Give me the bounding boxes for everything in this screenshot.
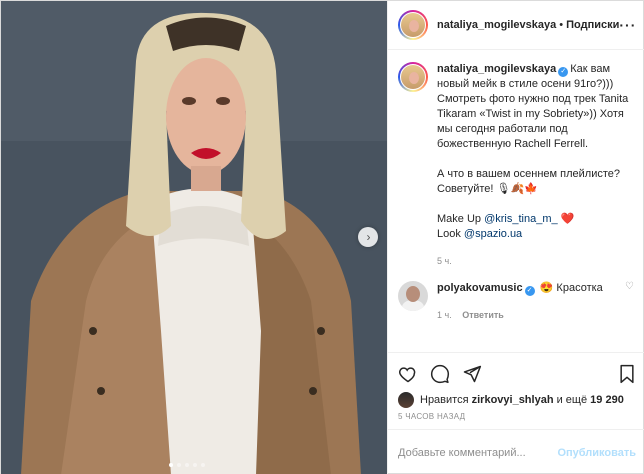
commenter-username[interactable]: polyakovamusic <box>437 282 523 294</box>
caption: nataliya_mogilevskaya ✓ Как вам новый мейк… <box>398 62 634 269</box>
comment-text: Красотка <box>556 282 603 294</box>
liker-username[interactable]: zirkovyi_shlyah <box>472 394 554 406</box>
carousel-dot <box>185 463 189 467</box>
post-sidebar: nataliya_mogilevskaya • Подписки ··· nat… <box>387 1 644 474</box>
carousel-dot <box>177 463 181 467</box>
reply-button[interactable]: Ответить <box>462 310 504 320</box>
caption-avatar[interactable] <box>398 62 428 92</box>
caption-credits: Make Up @kris_tina_m_ ❤️ Look @spazio.ua <box>437 212 634 242</box>
commenter-avatar[interactable] <box>398 281 428 311</box>
carousel-dots <box>169 463 205 467</box>
add-comment-bar: Опубликовать <box>388 429 644 474</box>
comment-bubble-icon[interactable] <box>430 364 450 384</box>
comment-input[interactable] <box>398 446 558 459</box>
likes-prefix: Нравится <box>420 394 469 406</box>
share-paper-plane-icon[interactable] <box>462 364 482 384</box>
look-mention-link[interactable]: @spazio.ua <box>464 228 522 240</box>
caption-body: nataliya_mogilevskaya ✓ Как вам новый мейк… <box>437 62 634 269</box>
comments-section[interactable]: nataliya_mogilevskaya ✓ Как вам новый мейк… <box>388 50 644 352</box>
comment-body: polyakovamusic ✓ 😍 Красотка 1 ч. Ответить <box>437 281 634 323</box>
carousel-dot <box>193 463 197 467</box>
next-slide-button[interactable]: › <box>358 227 378 247</box>
verified-badge-icon: ✓ <box>524 286 535 296</box>
heart-eyes-emoji: 😍 <box>539 282 554 294</box>
carousel-dot <box>201 463 205 467</box>
post-modal: › nataliya_mogilevskaya • Подписки ··· n… <box>0 0 644 474</box>
like-comment-heart-icon[interactable]: ♡ <box>625 281 634 292</box>
caption-time[interactable]: 5 ч. <box>437 254 634 269</box>
post-header: nataliya_mogilevskaya • Подписки ··· <box>388 1 644 50</box>
like-heart-icon[interactable] <box>398 364 418 384</box>
likes-count[interactable]: 19 290 <box>590 394 624 406</box>
red-heart-icon: ❤️ <box>560 213 575 225</box>
post-image <box>1 1 387 474</box>
look-label: Look <box>437 228 461 240</box>
liker-avatar[interactable] <box>398 392 414 408</box>
comment-time[interactable]: 1 ч. <box>437 310 452 320</box>
author-avatar[interactable] <box>398 10 428 40</box>
post-photo[interactable]: › <box>1 1 387 474</box>
caption-paragraph-2: А что в вашем осеннем плейлисте? Советуй… <box>437 168 620 195</box>
post-timestamp[interactable]: 5 ЧАСОВ НАЗАД <box>398 412 465 421</box>
header-separator: • <box>559 19 564 31</box>
publish-button[interactable]: Опубликовать <box>557 447 636 459</box>
author-username[interactable]: nataliya_mogilevskaya <box>437 19 556 31</box>
carousel-dot-active <box>169 463 173 467</box>
comment-item: polyakovamusic ✓ 😍 Красотка 1 ч. Ответить… <box>398 281 634 323</box>
caption-text: Как вам новый мейк в стиле осени 91го?))… <box>437 63 629 150</box>
bookmark-icon[interactable] <box>618 364 636 384</box>
chevron-right-icon: › <box>366 230 371 244</box>
comment-meta: 1 ч. Ответить <box>437 308 634 323</box>
makeup-label: Make Up <box>437 213 482 225</box>
makeup-mention-link[interactable]: @kris_tina_m_ <box>484 213 558 225</box>
verified-badge-icon: ✓ <box>558 67 569 77</box>
more-horizontal-icon[interactable]: ··· <box>619 17 636 33</box>
following-button[interactable]: Подписки <box>566 19 619 31</box>
likes-and: и ещё <box>556 394 588 406</box>
caption-username[interactable]: nataliya_mogilevskaya <box>437 63 556 75</box>
likes-summary: Нравится zirkovyi_shlyah и ещё 19 290 <box>398 392 624 408</box>
post-actions <box>388 352 644 394</box>
